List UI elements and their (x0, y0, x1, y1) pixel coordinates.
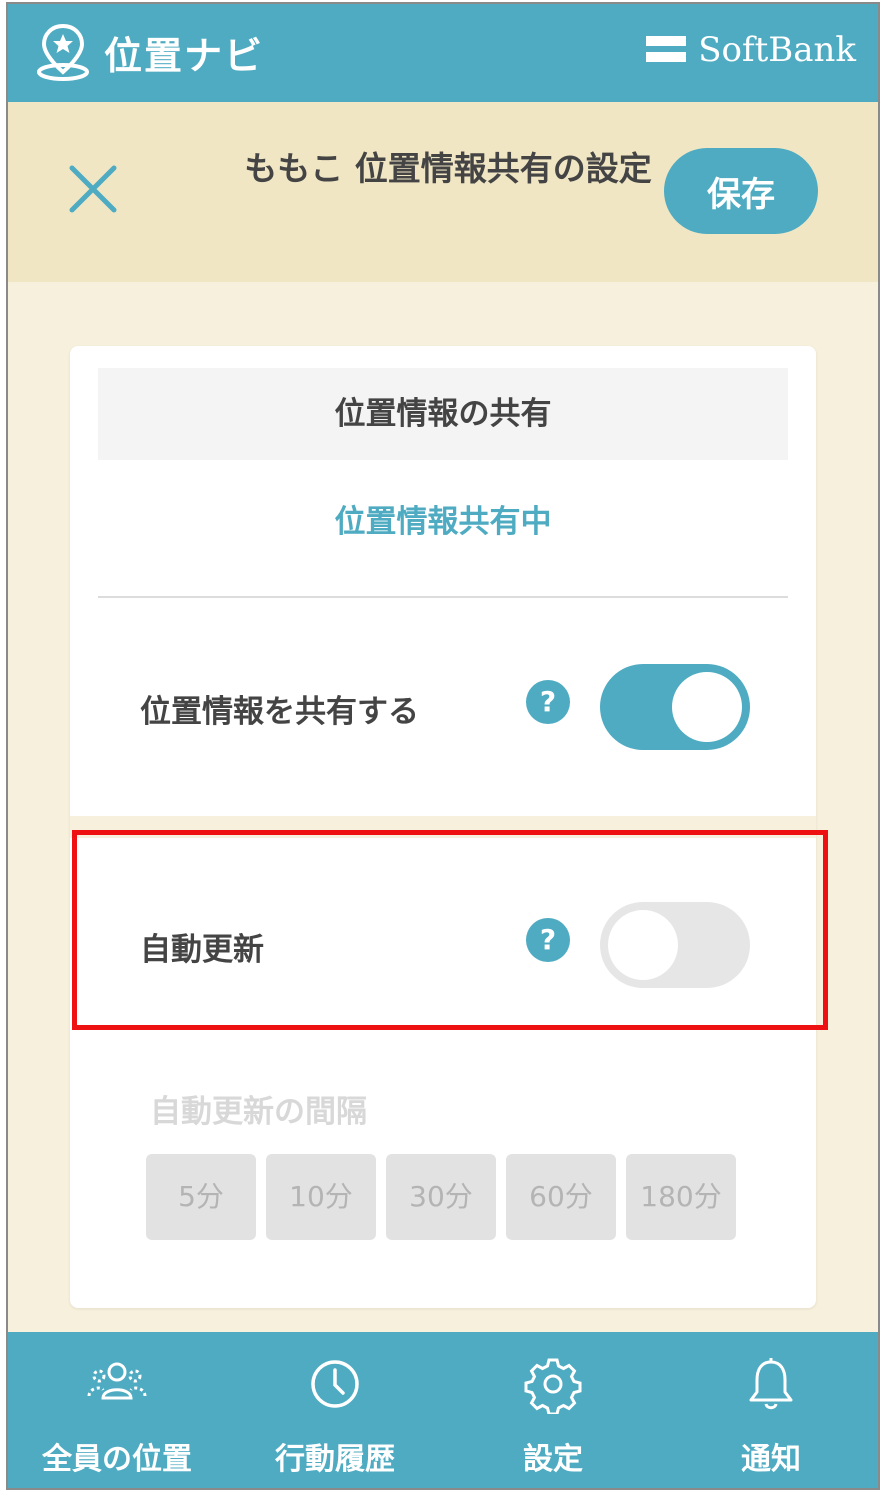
people-icon (87, 1362, 147, 1400)
interval-180min-button[interactable]: 180分 (626, 1154, 736, 1240)
location-pin-icon (37, 23, 89, 81)
section-title: 位置情報の共有 (98, 368, 788, 460)
auto-update-label: 自動更新 (140, 932, 264, 968)
nav-label: 行動履歴 (275, 1442, 395, 1477)
card-separator (70, 816, 816, 838)
softbank-mark-icon (646, 34, 687, 66)
nav-item-history[interactable]: 行動履歴 (226, 1332, 444, 1488)
interval-30min-button[interactable]: 30分 (386, 1154, 496, 1240)
share-location-toggle[interactable] (600, 664, 750, 750)
app-frame: 位置ナビ SoftBank ももこ 位置情報共有の設定 保存 位置情報の共有 位… (6, 2, 880, 1490)
settings-header: ももこ 位置情報共有の設定 保存 (8, 102, 878, 282)
interval-5min-button[interactable]: 5分 (146, 1154, 256, 1240)
share-location-label: 位置情報を共有する (140, 694, 419, 730)
interval-title: 自動更新の間隔 (150, 1094, 367, 1130)
brand-name: SoftBank (698, 30, 856, 70)
nav-label: 通知 (741, 1442, 801, 1477)
nav-label: 全員の位置 (42, 1442, 192, 1477)
interval-options: 5分 10分 30分 60分 180分 (146, 1154, 736, 1240)
toggle-knob (608, 910, 678, 980)
help-icon[interactable]: ? (526, 680, 570, 724)
sharing-status: 位置情報共有中 (334, 504, 552, 540)
close-icon[interactable] (66, 162, 120, 216)
nav-item-settings[interactable]: 設定 (444, 1332, 662, 1488)
page-title: ももこ 位置情報共有の設定 (244, 149, 652, 188)
interval-60min-button[interactable]: 60分 (506, 1154, 616, 1240)
bottom-nav: 全員の位置 行動履歴 設定 通知 (8, 1332, 878, 1488)
nav-label: 設定 (523, 1442, 583, 1477)
toggle-knob (672, 672, 742, 742)
nav-item-notifications[interactable]: 通知 (662, 1332, 878, 1488)
app-title: 位置ナビ (104, 33, 265, 78)
settings-card: 位置情報の共有 位置情報共有中 位置情報を共有する ? 自動更新 ? 自動更新の… (70, 346, 816, 1308)
help-icon[interactable]: ? (526, 918, 570, 962)
save-button[interactable]: 保存 (664, 148, 818, 234)
gear-icon (524, 1358, 582, 1414)
clock-icon (311, 1360, 359, 1408)
app-header: 位置ナビ SoftBank (8, 4, 878, 102)
app-logo: 位置ナビ (34, 22, 264, 82)
bell-icon (749, 1358, 793, 1410)
divider (98, 596, 788, 598)
interval-10min-button[interactable]: 10分 (266, 1154, 376, 1240)
auto-update-toggle[interactable] (600, 902, 750, 988)
nav-item-all-locations[interactable]: 全員の位置 (8, 1332, 226, 1488)
softbank-logo: SoftBank (646, 30, 856, 70)
